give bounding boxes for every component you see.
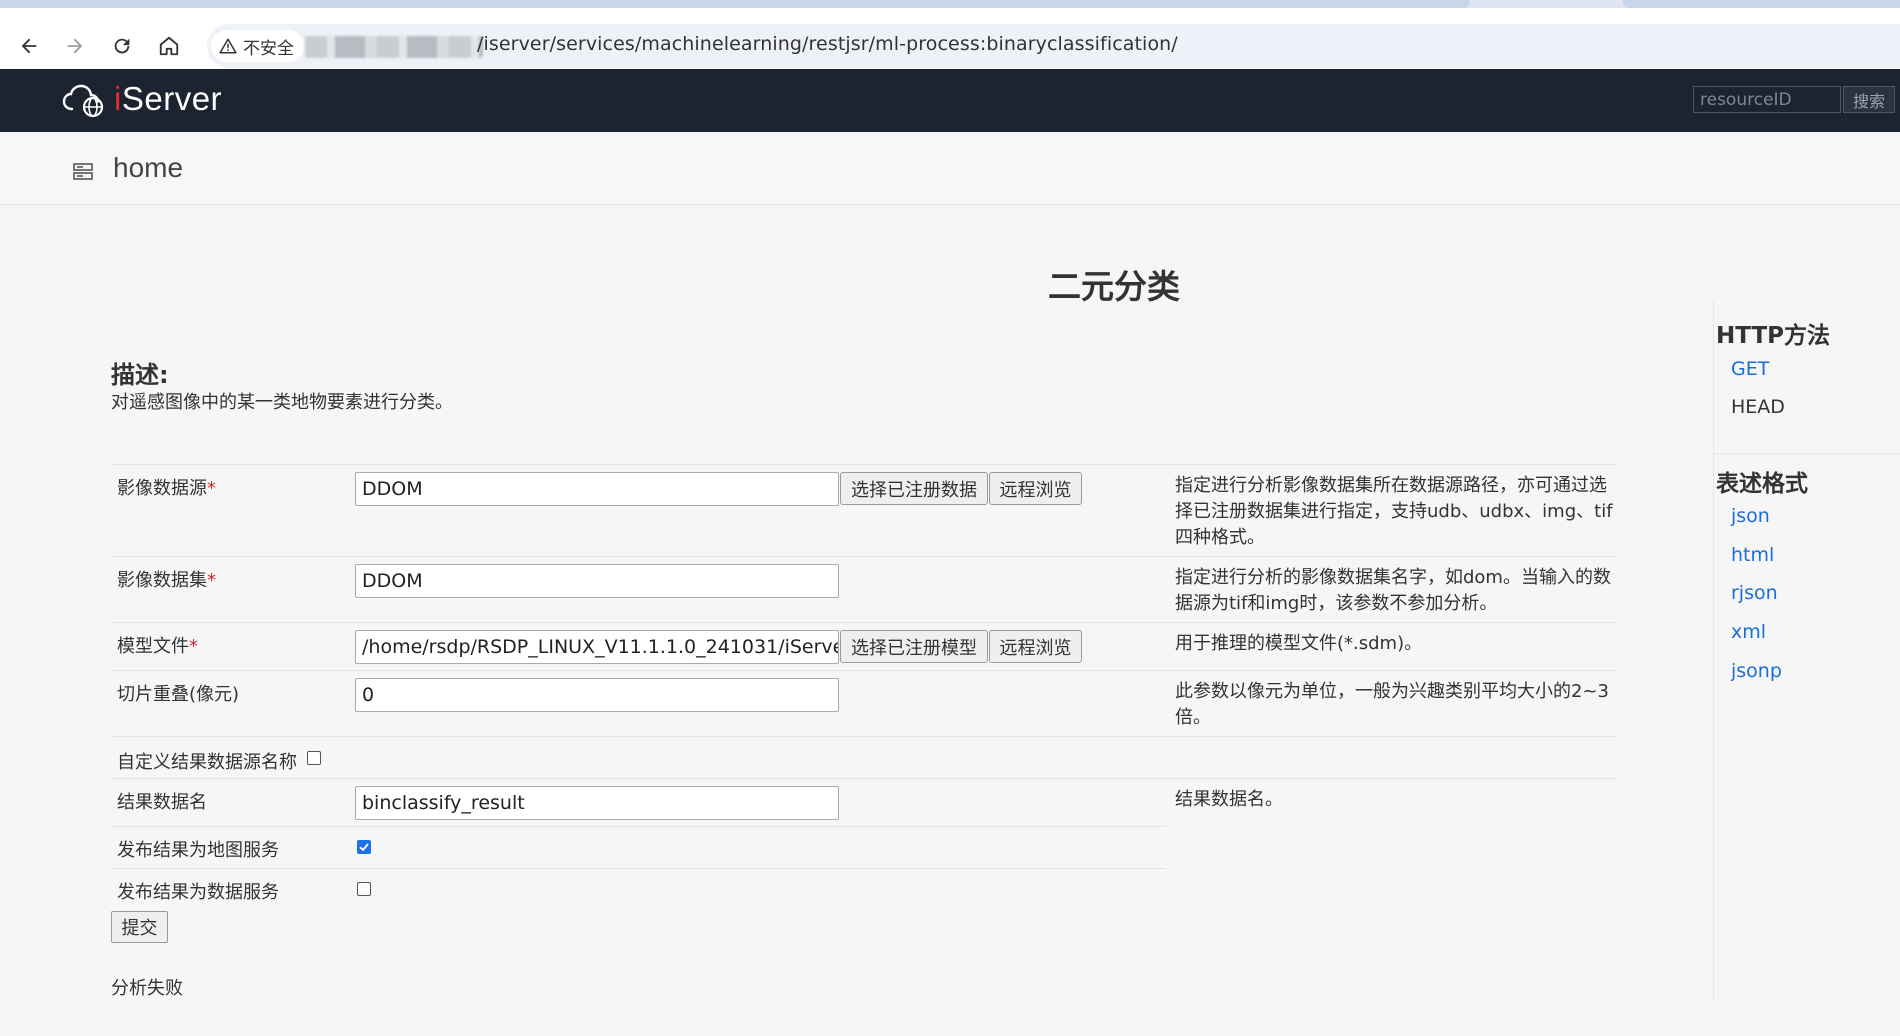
browser-toolbar: 不安全 /iserver/services/machinelearning/re… — [0, 8, 1900, 69]
reload-button[interactable] — [106, 30, 138, 62]
address-bar[interactable]: 不安全 /iserver/services/machinelearning/re… — [207, 24, 1900, 68]
model-file-label: 模型文件* — [117, 636, 198, 657]
format-rjson-link[interactable]: rjson — [1731, 582, 1778, 604]
model-file-help: 用于推理的模型文件(*.sdm)。 — [1175, 633, 1423, 654]
format-jsonp-link[interactable]: jsonp — [1731, 660, 1782, 682]
home-button[interactable] — [153, 30, 185, 62]
arrow-right-icon — [67, 38, 83, 54]
security-chip[interactable]: 不安全 — [211, 30, 304, 62]
search-button[interactable]: 搜索 — [1843, 86, 1895, 113]
url-path[interactable]: /iserver/services/machinelearning/restjs… — [477, 33, 1178, 55]
publish-map-service-label: 发布结果为地图服务 — [117, 840, 279, 861]
forward-button[interactable] — [59, 30, 91, 62]
analysis-result-status: 分析失败 — [111, 978, 183, 999]
form-divider — [111, 464, 1616, 465]
right-panel: HTTP方法 GET HEAD 表述格式 json html rjson xml… — [1713, 300, 1900, 1000]
http-methods-heading: HTTP方法 — [1716, 323, 1831, 349]
warning-icon — [219, 38, 237, 54]
tile-overlap-label: 切片重叠(像元) — [117, 684, 240, 705]
back-button[interactable] — [13, 30, 45, 62]
result-data-name-input[interactable]: binclassify_result — [355, 786, 839, 820]
format-xml-link[interactable]: xml — [1731, 621, 1766, 643]
format-json-link[interactable]: json — [1731, 505, 1770, 527]
image-datasource-help: 指定进行分析影像数据集所在数据源路径，亦可通过选择已注册数据集进行指定，支持ud… — [1175, 475, 1613, 548]
browser-tab-strip-right — [1623, 0, 1900, 8]
publish-data-service-checkbox[interactable] — [357, 882, 371, 896]
description-heading: 描述: — [111, 361, 169, 389]
reload-icon — [114, 38, 130, 54]
image-dataset-help: 指定进行分析的影像数据集名字，如dom。当输入的数据源为tif和img时，该参数… — [1175, 567, 1611, 614]
remote-browse-datasource-button[interactable]: 远程浏览 — [989, 472, 1082, 505]
cloud-globe-icon — [62, 84, 104, 118]
select-registered-data-button[interactable]: 选择已注册数据 — [840, 472, 988, 505]
tile-overlap-help: 此参数以像元为单位，一般为兴趣类别平均大小的2~3倍。 — [1175, 681, 1609, 728]
custom-result-datasource-label: 自定义结果数据源名称 — [117, 752, 297, 773]
form-divider — [111, 826, 1166, 827]
description-text: 对遥感图像中的某一类地物要素进行分类。 — [111, 392, 453, 413]
breadcrumb: home — [0, 132, 1900, 205]
result-data-name-help: 结果数据名。 — [1175, 789, 1283, 810]
security-label: 不安全 — [243, 38, 294, 59]
resource-id-search-input[interactable] — [1693, 86, 1841, 113]
logo-text: iServer — [114, 80, 223, 117]
form-divider — [111, 778, 1616, 779]
publish-data-service-label: 发布结果为数据服务 — [117, 882, 279, 903]
select-registered-model-button[interactable]: 选择已注册模型 — [840, 630, 988, 663]
redacted-host — [305, 36, 483, 58]
arrow-left-icon — [21, 38, 37, 54]
formats-heading: 表述格式 — [1716, 471, 1808, 497]
http-method-head: HEAD — [1731, 396, 1785, 418]
form-divider — [111, 670, 1616, 671]
result-data-name-label: 结果数据名 — [117, 792, 207, 813]
form-divider — [111, 736, 1616, 737]
breadcrumb-home-link[interactable]: home — [113, 152, 183, 184]
image-dataset-input[interactable]: DDOM — [355, 564, 839, 598]
form-divider — [111, 622, 1616, 623]
checkmark-icon — [359, 843, 369, 852]
image-datasource-label: 影像数据源* — [117, 478, 216, 499]
server-list-icon — [73, 163, 93, 180]
model-file-input[interactable]: /home/rsdp/RSDP_LINUX_V11.1.1.0_241031/i… — [355, 630, 839, 664]
tile-overlap-input[interactable]: 0 — [355, 678, 839, 712]
page-title: 二元分类 — [1048, 267, 1180, 306]
form-divider — [111, 556, 1616, 557]
app-header: iServer 搜索 — [0, 69, 1900, 132]
form-divider — [111, 868, 1166, 869]
publish-map-service-checkbox[interactable] — [357, 840, 371, 854]
remote-browse-model-button[interactable]: 远程浏览 — [989, 630, 1082, 663]
custom-result-datasource-checkbox[interactable] — [307, 751, 321, 765]
iserver-logo[interactable]: iServer — [60, 79, 222, 119]
browser-tab-strip-left — [0, 0, 1470, 8]
panel-divider — [1714, 453, 1900, 454]
http-method-get-link[interactable]: GET — [1731, 358, 1769, 380]
format-html-link[interactable]: html — [1731, 544, 1774, 566]
submit-button[interactable]: 提交 — [111, 911, 168, 943]
image-dataset-label: 影像数据集* — [117, 570, 216, 591]
image-datasource-input[interactable]: DDOM — [355, 472, 839, 506]
home-icon — [159, 36, 179, 56]
